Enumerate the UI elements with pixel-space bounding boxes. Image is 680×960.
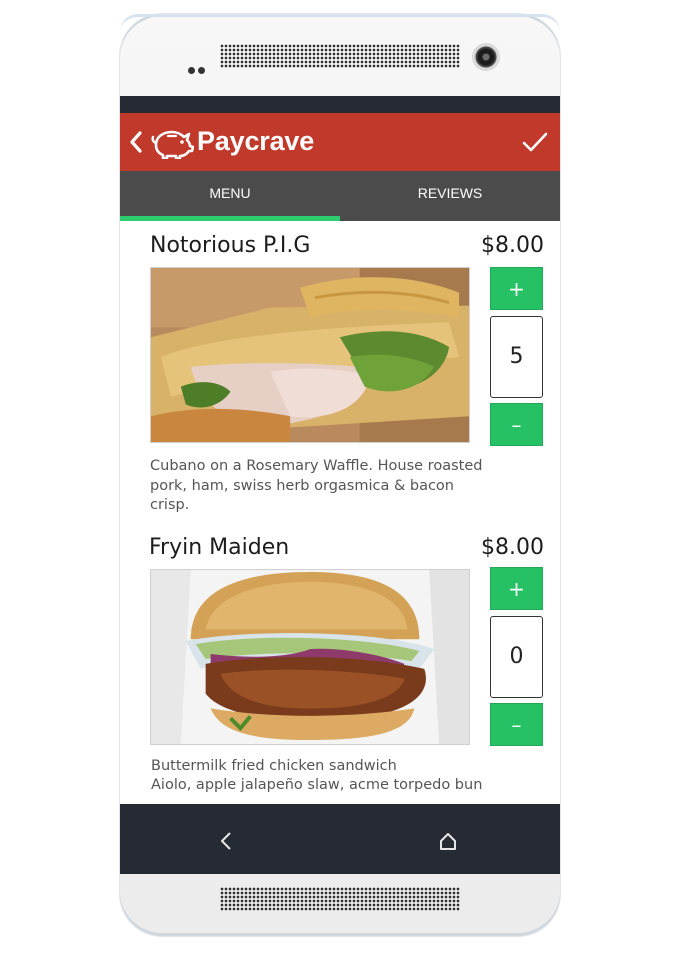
tab-menu[interactable]: MENU [120, 171, 340, 221]
item-description-line-2: Aiolo, apple jalapeño slaw, acme torpedo… [151, 777, 483, 793]
system-navigation-bar [120, 804, 560, 874]
item-price: $8.00 [481, 535, 544, 560]
item-photo-cubano-waffle [150, 267, 470, 443]
app-screen: Paycrave MENU REVIEWS Notorious P.I.G $8… [120, 96, 560, 874]
decrease-quantity-button[interactable]: – [490, 403, 543, 446]
chevron-left-icon[interactable] [128, 130, 144, 154]
app-bar: Paycrave [120, 113, 560, 171]
quantity-field[interactable]: 0 [490, 616, 543, 698]
pig-icon [151, 130, 194, 159]
item-description-line-1: Buttermilk fried chicken sandwich [151, 758, 397, 774]
item-title: Fryin Maiden [149, 535, 290, 560]
home-icon[interactable] [438, 831, 458, 851]
increase-quantity-button[interactable]: + [490, 267, 543, 310]
phone-rim [120, 14, 560, 32]
item-photo-fried-chicken-sandwich [150, 569, 470, 745]
checkmark-icon[interactable] [522, 129, 548, 155]
item-description: Cubano on a Rosemary Waffle. House roast… [150, 458, 483, 513]
item-price: $8.00 [481, 233, 544, 258]
increase-quantity-button[interactable]: + [490, 567, 543, 610]
sensor-dots [188, 59, 210, 74]
item-title: Notorious P.I.G [150, 233, 311, 258]
tab-reviews[interactable]: REVIEWS [340, 171, 560, 221]
app-brand-title: Paycrave [197, 126, 315, 156]
nav-back-icon[interactable] [218, 831, 234, 851]
quantity-field[interactable]: 5 [490, 316, 543, 398]
bottom-speaker-grille [220, 887, 460, 911]
front-camera [472, 43, 500, 71]
status-bar [120, 96, 560, 113]
menu-item: Notorious P.I.G $8.00 + 5 – Cubano on a … [120, 221, 560, 521]
menu-item: Fryin Maiden $8.00 + 0 – Buttermilk frie… [120, 521, 560, 804]
tab-bar: MENU REVIEWS [120, 171, 560, 221]
decrease-quantity-button[interactable]: – [490, 703, 543, 746]
top-speaker-grille [220, 44, 460, 68]
menu-list: Notorious P.I.G $8.00 + 5 – Cubano on a … [120, 221, 560, 804]
